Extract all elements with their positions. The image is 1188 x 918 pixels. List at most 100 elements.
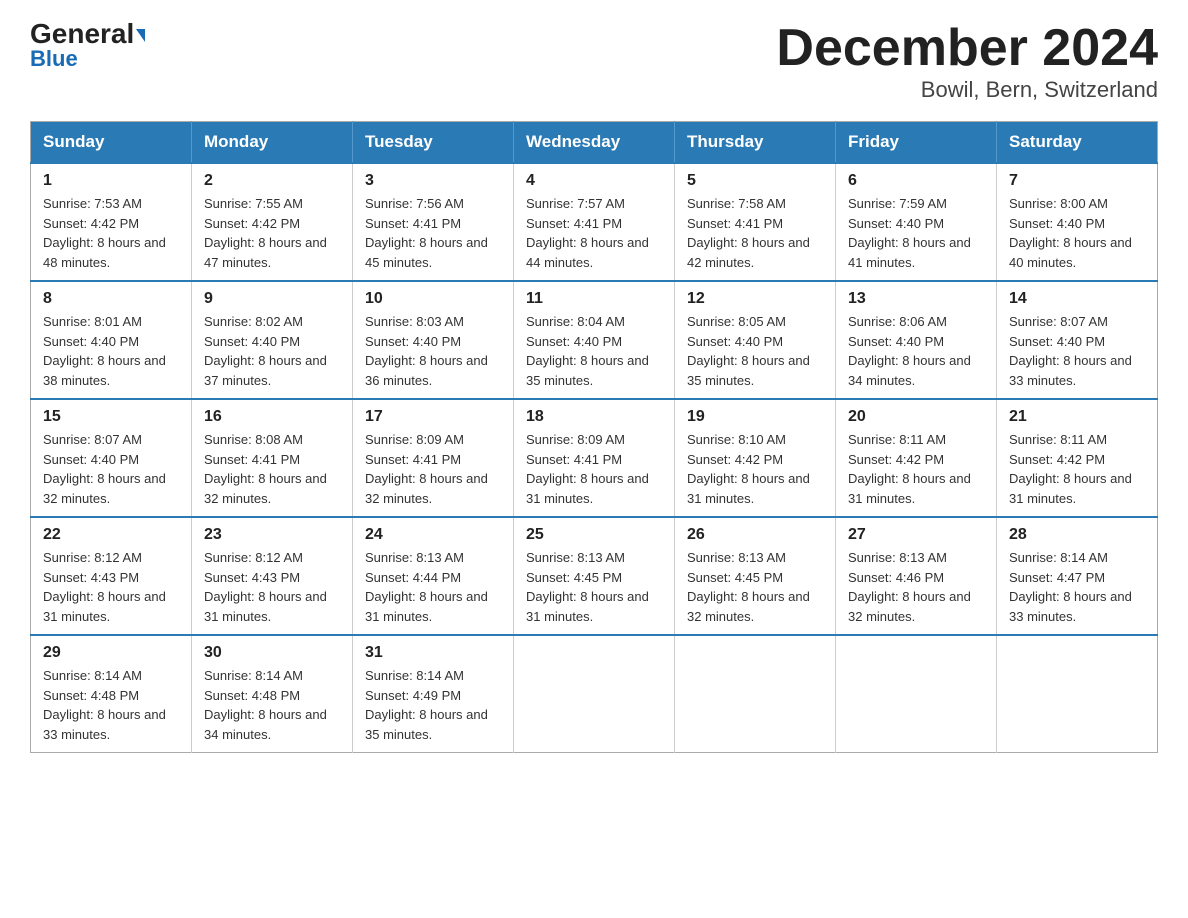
calendar-day-cell: 20 Sunrise: 8:11 AM Sunset: 4:42 PM Dayl… [836,399,997,517]
day-info: Sunrise: 8:10 AM Sunset: 4:42 PM Dayligh… [687,430,823,508]
weekday-header: Tuesday [353,122,514,164]
day-number: 7 [1009,172,1145,190]
day-number: 2 [204,172,340,190]
day-number: 31 [365,644,501,662]
day-info: Sunrise: 7:58 AM Sunset: 4:41 PM Dayligh… [687,194,823,272]
day-info: Sunrise: 8:04 AM Sunset: 4:40 PM Dayligh… [526,312,662,390]
title-block: December 2024 Bowil, Bern, Switzerland [776,20,1158,103]
day-number: 30 [204,644,340,662]
day-info: Sunrise: 8:12 AM Sunset: 4:43 PM Dayligh… [43,548,179,626]
day-number: 25 [526,526,662,544]
day-number: 3 [365,172,501,190]
day-info: Sunrise: 8:12 AM Sunset: 4:43 PM Dayligh… [204,548,340,626]
page-header: General Blue December 2024 Bowil, Bern, … [30,20,1158,103]
day-number: 26 [687,526,823,544]
day-number: 29 [43,644,179,662]
calendar-day-cell: 31 Sunrise: 8:14 AM Sunset: 4:49 PM Dayl… [353,635,514,753]
day-info: Sunrise: 8:14 AM Sunset: 4:48 PM Dayligh… [43,666,179,744]
calendar-week-row: 22 Sunrise: 8:12 AM Sunset: 4:43 PM Dayl… [31,517,1158,635]
calendar-day-cell: 11 Sunrise: 8:04 AM Sunset: 4:40 PM Dayl… [514,281,675,399]
calendar-day-cell: 23 Sunrise: 8:12 AM Sunset: 4:43 PM Dayl… [192,517,353,635]
day-info: Sunrise: 8:14 AM Sunset: 4:47 PM Dayligh… [1009,548,1145,626]
day-info: Sunrise: 8:06 AM Sunset: 4:40 PM Dayligh… [848,312,984,390]
logo-text: General [30,20,145,48]
day-info: Sunrise: 8:14 AM Sunset: 4:48 PM Dayligh… [204,666,340,744]
logo-arrow-icon [136,29,145,42]
weekday-header: Sunday [31,122,192,164]
calendar-day-cell: 2 Sunrise: 7:55 AM Sunset: 4:42 PM Dayli… [192,163,353,281]
day-info: Sunrise: 8:02 AM Sunset: 4:40 PM Dayligh… [204,312,340,390]
day-info: Sunrise: 8:13 AM Sunset: 4:46 PM Dayligh… [848,548,984,626]
day-number: 5 [687,172,823,190]
calendar-day-cell: 19 Sunrise: 8:10 AM Sunset: 4:42 PM Dayl… [675,399,836,517]
day-info: Sunrise: 8:13 AM Sunset: 4:44 PM Dayligh… [365,548,501,626]
calendar-day-cell: 25 Sunrise: 8:13 AM Sunset: 4:45 PM Dayl… [514,517,675,635]
calendar-day-cell: 8 Sunrise: 8:01 AM Sunset: 4:40 PM Dayli… [31,281,192,399]
day-number: 20 [848,408,984,426]
calendar-week-row: 8 Sunrise: 8:01 AM Sunset: 4:40 PM Dayli… [31,281,1158,399]
day-info: Sunrise: 8:09 AM Sunset: 4:41 PM Dayligh… [365,430,501,508]
day-number: 8 [43,290,179,308]
day-info: Sunrise: 8:11 AM Sunset: 4:42 PM Dayligh… [1009,430,1145,508]
day-number: 12 [687,290,823,308]
day-number: 24 [365,526,501,544]
day-number: 15 [43,408,179,426]
calendar-day-cell: 17 Sunrise: 8:09 AM Sunset: 4:41 PM Dayl… [353,399,514,517]
calendar-day-cell: 16 Sunrise: 8:08 AM Sunset: 4:41 PM Dayl… [192,399,353,517]
day-info: Sunrise: 7:57 AM Sunset: 4:41 PM Dayligh… [526,194,662,272]
calendar-day-cell: 7 Sunrise: 8:00 AM Sunset: 4:40 PM Dayli… [997,163,1158,281]
calendar-day-cell [675,635,836,753]
day-number: 10 [365,290,501,308]
calendar-day-cell: 26 Sunrise: 8:13 AM Sunset: 4:45 PM Dayl… [675,517,836,635]
day-number: 9 [204,290,340,308]
day-info: Sunrise: 7:53 AM Sunset: 4:42 PM Dayligh… [43,194,179,272]
calendar-day-cell: 6 Sunrise: 7:59 AM Sunset: 4:40 PM Dayli… [836,163,997,281]
day-info: Sunrise: 8:07 AM Sunset: 4:40 PM Dayligh… [43,430,179,508]
day-number: 17 [365,408,501,426]
calendar-week-row: 29 Sunrise: 8:14 AM Sunset: 4:48 PM Dayl… [31,635,1158,753]
day-info: Sunrise: 8:13 AM Sunset: 4:45 PM Dayligh… [526,548,662,626]
weekday-header: Wednesday [514,122,675,164]
day-number: 1 [43,172,179,190]
calendar-table: SundayMondayTuesdayWednesdayThursdayFrid… [30,121,1158,753]
logo: General Blue [30,20,145,72]
calendar-day-cell: 14 Sunrise: 8:07 AM Sunset: 4:40 PM Dayl… [997,281,1158,399]
calendar-day-cell [514,635,675,753]
day-info: Sunrise: 8:00 AM Sunset: 4:40 PM Dayligh… [1009,194,1145,272]
day-info: Sunrise: 8:13 AM Sunset: 4:45 PM Dayligh… [687,548,823,626]
day-number: 22 [43,526,179,544]
calendar-day-cell [997,635,1158,753]
weekday-header: Thursday [675,122,836,164]
day-number: 21 [1009,408,1145,426]
page-title: December 2024 [776,20,1158,77]
day-number: 4 [526,172,662,190]
day-number: 13 [848,290,984,308]
calendar-day-cell [836,635,997,753]
day-number: 11 [526,290,662,308]
day-info: Sunrise: 8:09 AM Sunset: 4:41 PM Dayligh… [526,430,662,508]
calendar-day-cell: 22 Sunrise: 8:12 AM Sunset: 4:43 PM Dayl… [31,517,192,635]
calendar-day-cell: 5 Sunrise: 7:58 AM Sunset: 4:41 PM Dayli… [675,163,836,281]
calendar-day-cell: 29 Sunrise: 8:14 AM Sunset: 4:48 PM Dayl… [31,635,192,753]
calendar-week-row: 1 Sunrise: 7:53 AM Sunset: 4:42 PM Dayli… [31,163,1158,281]
day-info: Sunrise: 8:14 AM Sunset: 4:49 PM Dayligh… [365,666,501,744]
calendar-day-cell: 9 Sunrise: 8:02 AM Sunset: 4:40 PM Dayli… [192,281,353,399]
calendar-day-cell: 3 Sunrise: 7:56 AM Sunset: 4:41 PM Dayli… [353,163,514,281]
calendar-day-cell: 15 Sunrise: 8:07 AM Sunset: 4:40 PM Dayl… [31,399,192,517]
day-number: 19 [687,408,823,426]
calendar-day-cell: 30 Sunrise: 8:14 AM Sunset: 4:48 PM Dayl… [192,635,353,753]
calendar-day-cell: 21 Sunrise: 8:11 AM Sunset: 4:42 PM Dayl… [997,399,1158,517]
day-number: 16 [204,408,340,426]
calendar-day-cell: 12 Sunrise: 8:05 AM Sunset: 4:40 PM Dayl… [675,281,836,399]
day-number: 18 [526,408,662,426]
weekday-header: Saturday [997,122,1158,164]
day-info: Sunrise: 8:01 AM Sunset: 4:40 PM Dayligh… [43,312,179,390]
day-number: 14 [1009,290,1145,308]
day-number: 6 [848,172,984,190]
day-info: Sunrise: 7:59 AM Sunset: 4:40 PM Dayligh… [848,194,984,272]
day-info: Sunrise: 8:07 AM Sunset: 4:40 PM Dayligh… [1009,312,1145,390]
day-info: Sunrise: 8:11 AM Sunset: 4:42 PM Dayligh… [848,430,984,508]
weekday-header: Monday [192,122,353,164]
calendar-day-cell: 27 Sunrise: 8:13 AM Sunset: 4:46 PM Dayl… [836,517,997,635]
page-subtitle: Bowil, Bern, Switzerland [776,77,1158,103]
